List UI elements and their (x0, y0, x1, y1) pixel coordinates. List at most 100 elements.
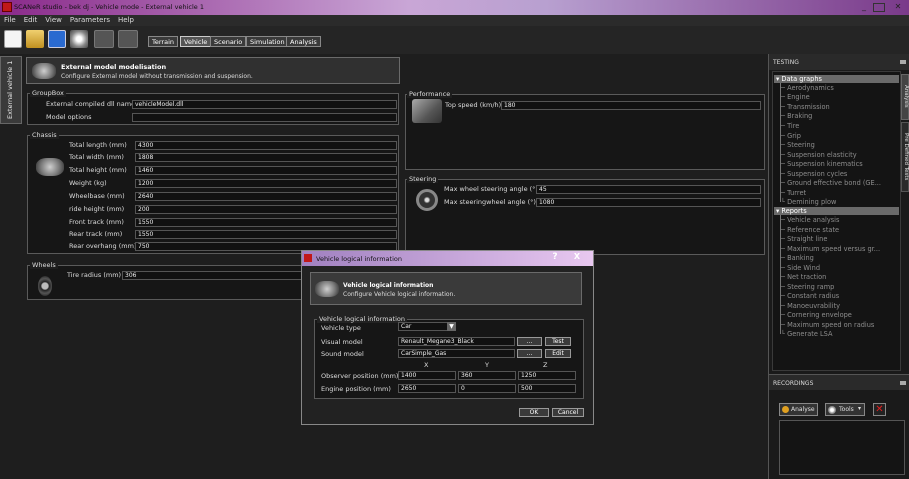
tree-item-maximum-speed-versus-grade[interactable]: ─ Maximum speed versus gr... (781, 245, 880, 253)
tree-data-graphs[interactable]: ▾ Data graphs (774, 75, 899, 83)
mode-terrain-button[interactable]: Terrain (148, 36, 179, 47)
tree-item-ground-effective-bond[interactable]: ─ Ground effective bond (GE... (781, 179, 881, 187)
tree-item-net-traction[interactable]: ─ Net traction (781, 273, 826, 281)
tree-item-suspension-kinematics[interactable]: ─ Suspension kinematics (781, 160, 863, 168)
new-file-icon[interactable] (4, 30, 22, 48)
tree-item-braking[interactable]: ─ Braking (781, 112, 812, 120)
engine-y-input[interactable]: 0 (458, 384, 516, 393)
engine-x-input[interactable]: 2650 (398, 384, 456, 393)
menu-bar: File Edit View Parameters Help (0, 15, 909, 26)
chevron-down-icon: ▾ (858, 405, 862, 412)
tab-analysis[interactable]: Analysis (901, 74, 909, 120)
pin-icon[interactable] (900, 60, 906, 64)
tree-item-banking[interactable]: ─ Banking (781, 254, 814, 262)
help-button[interactable]: ? (548, 252, 562, 264)
observer-y-input[interactable]: 360 (458, 371, 516, 380)
analyse-button[interactable]: Analyse (779, 403, 818, 416)
tree-item-generate-lsa[interactable]: └ Generate LSA (781, 330, 832, 338)
settings-icon[interactable] (70, 30, 88, 48)
total-height-input[interactable]: 1460 (135, 166, 397, 175)
tree-item-label: Suspension elasticity (787, 151, 857, 159)
dialog-title: Vehicle logical information (316, 255, 402, 263)
mode-vehicle-button[interactable]: Vehicle (180, 36, 212, 47)
redo-icon[interactable] (118, 30, 138, 48)
undo-icon[interactable] (94, 30, 114, 48)
edit-button[interactable]: Edit (545, 349, 571, 358)
menu-help[interactable]: Help (114, 15, 138, 26)
car-icon (32, 63, 56, 79)
tools-button[interactable]: Tools ▾ (825, 403, 865, 416)
mode-analysis-button[interactable]: Analysis (286, 36, 321, 47)
wheelbase-input[interactable]: 2640 (135, 192, 397, 201)
recordings-title: RECORDINGS (773, 380, 814, 387)
sound-model-browse-button[interactable]: ... (517, 349, 542, 358)
dll-name-input[interactable]: vehicleModel.dll (132, 100, 397, 109)
tire-radius-input[interactable]: 306 (122, 271, 302, 280)
tab-external-vehicle-1[interactable]: External vehicle 1 (0, 56, 22, 124)
tree-item-tire[interactable]: ─ Tire (781, 122, 799, 130)
menu-view[interactable]: View (41, 15, 66, 26)
menu-parameters[interactable]: Parameters (66, 15, 114, 26)
minimize-button[interactable]: _ (858, 3, 870, 12)
car-icon (315, 281, 339, 297)
tree-item-demining-plow[interactable]: └ Demining plow (781, 198, 836, 206)
tree-item-label: Maximum speed versus gr... (787, 245, 881, 253)
visual-model-browse-button[interactable]: ... (517, 337, 542, 346)
tree-item-side-wind[interactable]: ─ Side Wind (781, 264, 820, 272)
column-y-label: Y (485, 361, 489, 369)
tree-item-suspension-elasticity[interactable]: ─ Suspension elasticity (781, 151, 857, 159)
maximize-button[interactable] (873, 3, 885, 12)
mode-scenario-button[interactable]: Scenario (210, 36, 247, 47)
tree-item-engine[interactable]: ─ Engine (781, 93, 810, 101)
engine-z-input[interactable]: 500 (518, 384, 576, 393)
tree-item-transmission[interactable]: ─ Transmission (781, 103, 830, 111)
rear-track-input[interactable]: 1550 (135, 230, 397, 239)
tree-item-suspension-cycles[interactable]: ─ Suspension cycles (781, 170, 847, 178)
tree-item-label: Net traction (787, 273, 827, 281)
total-width-input[interactable]: 1808 (135, 153, 397, 162)
cancel-button[interactable]: Cancel (552, 408, 584, 417)
visual-model-input[interactable]: Renault_Megane3_Black (398, 337, 515, 346)
front-track-input[interactable]: 1550 (135, 218, 397, 227)
tree-item-steering[interactable]: ─ Steering (781, 141, 815, 149)
pin-icon[interactable] (900, 381, 906, 385)
save-icon[interactable] (48, 30, 66, 48)
total-length-input[interactable]: 4300 (135, 141, 397, 150)
groupbox-legend: GroupBox (30, 89, 66, 97)
tree-reports[interactable]: ▾ Reports (774, 207, 899, 215)
observer-x-input[interactable]: 1400 (398, 371, 456, 380)
top-speed-input[interactable]: 180 (501, 101, 761, 110)
observer-position-label: Observer position (mm) (321, 372, 399, 380)
recordings-list[interactable] (779, 420, 905, 475)
max-wheel-steering-input[interactable]: 45 (536, 185, 761, 194)
tree-item-grip[interactable]: ─ Grip (781, 132, 801, 140)
tree-item-cornering-envelope[interactable]: ─ Cornering envelope (781, 311, 852, 319)
ok-button[interactable]: OK (519, 408, 549, 417)
menu-edit[interactable]: Edit (20, 15, 42, 26)
tab-pre-defined-tests[interactable]: Pre Defined Tests (901, 122, 909, 192)
dialog-close-button[interactable]: X (568, 252, 586, 264)
close-button[interactable]: ✕ (892, 2, 904, 12)
test-button[interactable]: Test (545, 337, 571, 346)
observer-z-input[interactable]: 1250 (518, 371, 576, 380)
tree-item-steering-ramp[interactable]: ─ Steering ramp (781, 283, 834, 291)
visual-model-label: Visual model (321, 338, 363, 346)
tree-item-aerodynamics[interactable]: ─ Aerodynamics (781, 84, 834, 92)
tree-item-turret[interactable]: ─ Turret (781, 189, 806, 197)
weight-input[interactable]: 1200 (135, 179, 397, 188)
menu-file[interactable]: File (0, 15, 20, 26)
tree-item-vehicle-analysis[interactable]: ─ Vehicle analysis (781, 216, 839, 224)
tree-item-reference-state[interactable]: ─ Reference state (781, 226, 839, 234)
delete-icon[interactable]: ✕ (873, 403, 886, 416)
tree-item-maximum-speed-on-radius[interactable]: ─ Maximum speed on radius (781, 321, 874, 329)
chevron-down-icon[interactable]: ▼ (447, 322, 456, 331)
mode-simulation-button[interactable]: Simulation (246, 36, 289, 47)
model-options-input[interactable] (132, 113, 397, 122)
tree-item-constant-radius[interactable]: ─ Constant radius (781, 292, 839, 300)
tree-item-straight-line[interactable]: ─ Straight line (781, 235, 827, 243)
max-steeringwheel-input[interactable]: 1080 (536, 198, 761, 207)
tree-item-manoeuvrability[interactable]: ─ Manoeuvrability (781, 302, 840, 310)
ride-height-input[interactable]: 200 (135, 205, 397, 214)
sound-model-input[interactable]: CarSimple_Gas (398, 349, 515, 358)
open-folder-icon[interactable] (26, 30, 44, 48)
